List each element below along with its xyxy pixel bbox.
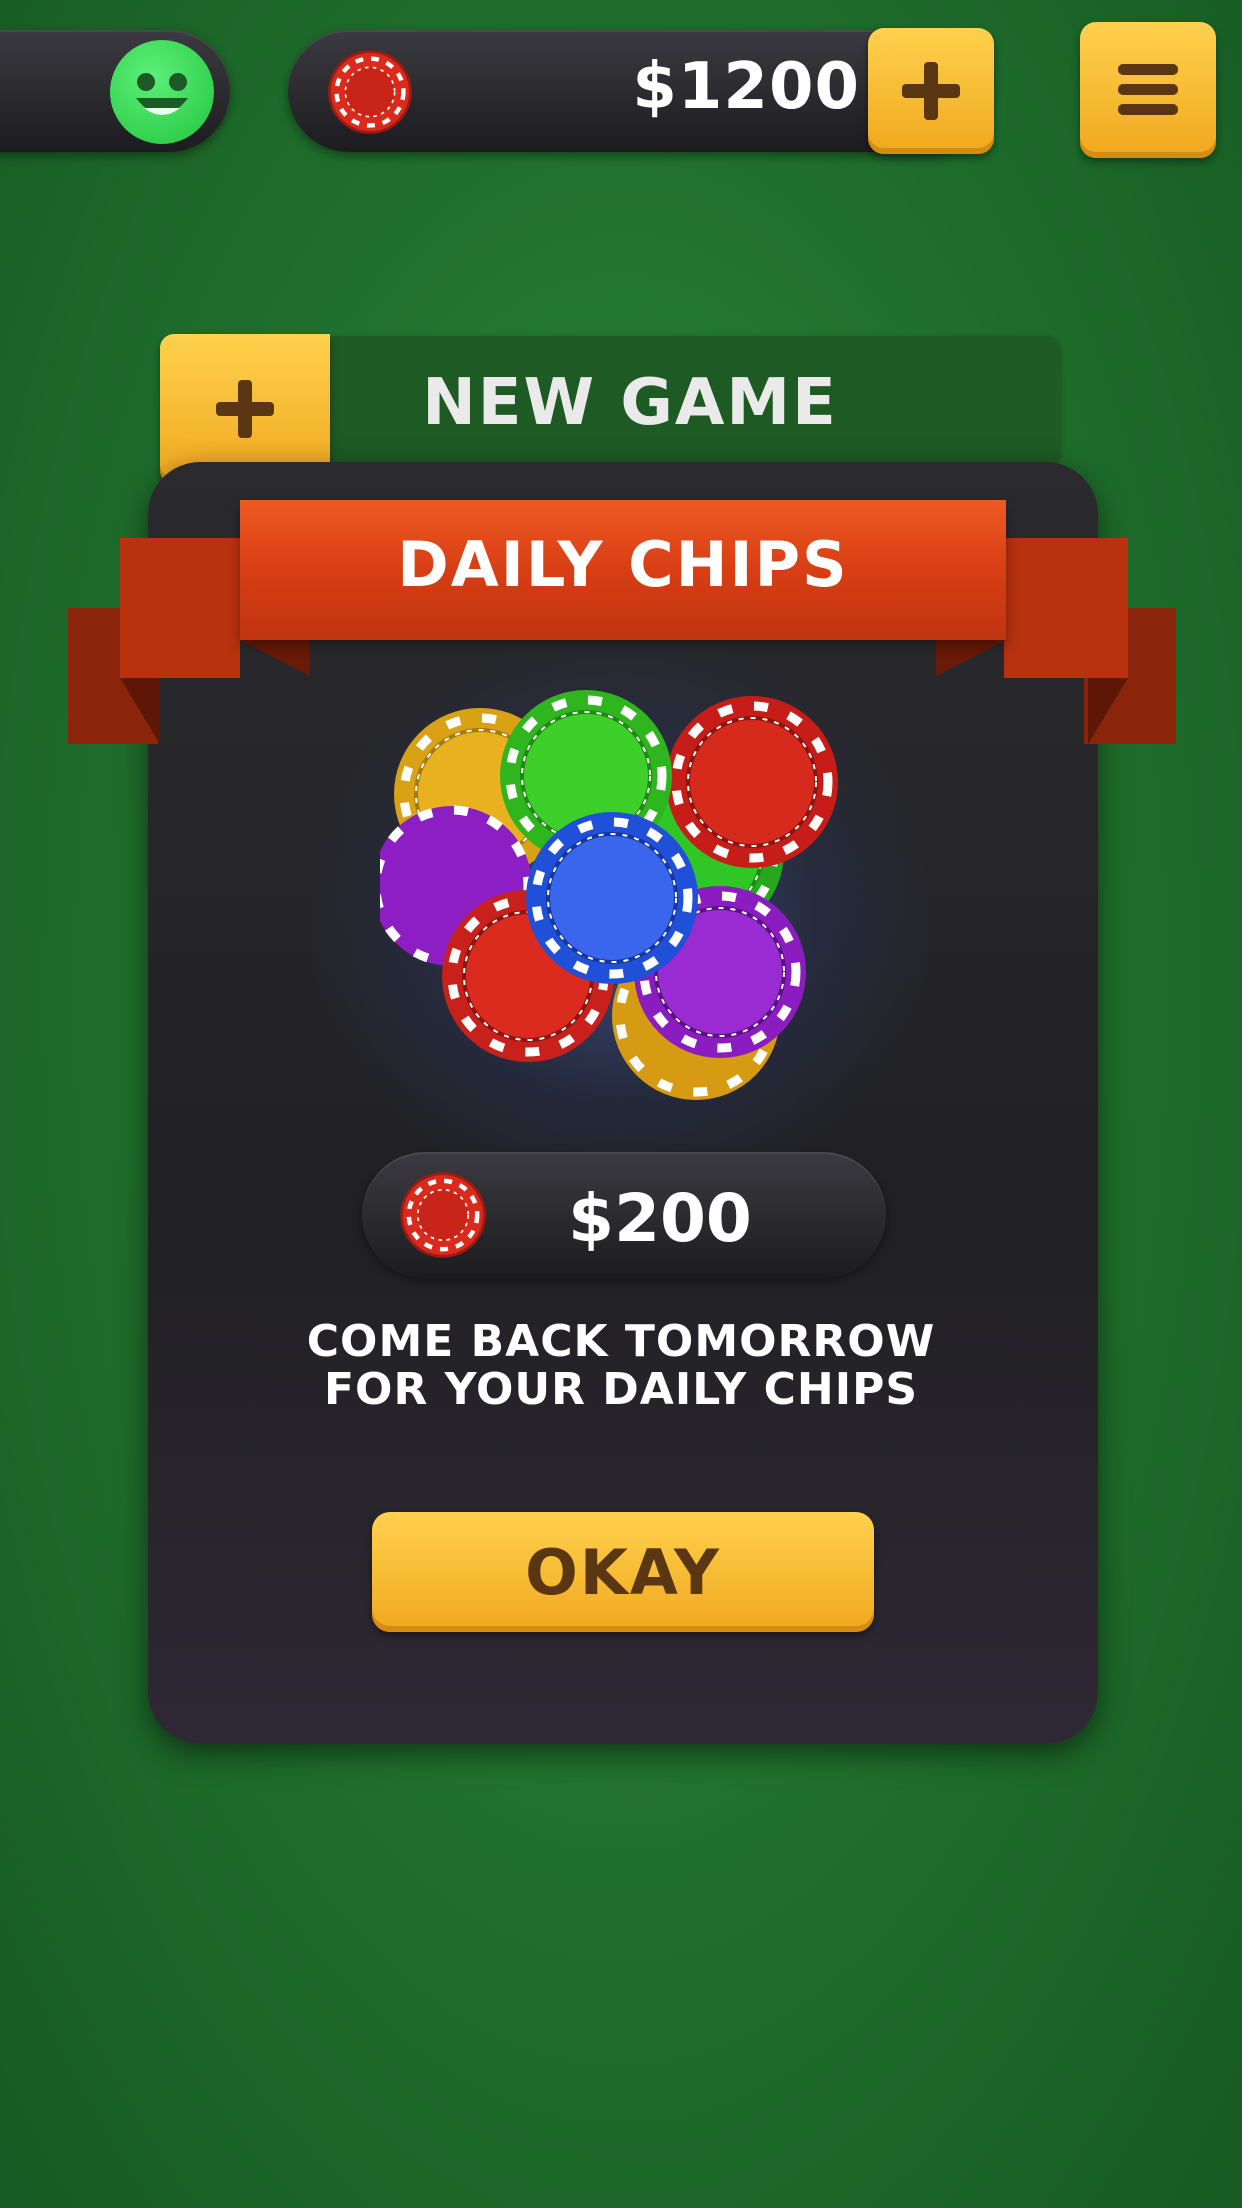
okay-button[interactable]: OKAY — [372, 1512, 874, 1632]
plus-icon — [216, 380, 274, 438]
ribbon-fold-right — [1004, 538, 1128, 678]
poker-chip-icon — [398, 1170, 488, 1260]
menu-button[interactable] — [1080, 22, 1216, 158]
ribbon-fold-shadow-right — [936, 640, 1006, 676]
prize-amount: $200 — [568, 1180, 752, 1257]
avatar[interactable] — [110, 40, 214, 144]
message-line-1: COME BACK TOMORROW — [306, 1316, 936, 1367]
ribbon-fold-shadow-left — [240, 640, 310, 676]
hamburger-menu-icon — [1118, 64, 1178, 115]
poker-chip-pile-image — [380, 690, 838, 1100]
poker-chip-icon — [326, 48, 414, 136]
ribbon-shadow-left — [120, 678, 160, 744]
message-line-2: FOR YOUR DAILY CHIPS — [323, 1364, 919, 1415]
dialog-title: DAILY CHIPS — [397, 528, 849, 601]
dialog-message: COME BACK TOMORROW FOR YOUR DAILY CHIPS — [230, 1318, 1012, 1414]
plus-icon — [902, 62, 960, 120]
balance-amount: $1200 — [632, 50, 860, 124]
ribbon-shadow-right — [1088, 678, 1128, 744]
new-game-label: NEW GAME — [422, 366, 838, 440]
add-chips-button[interactable] — [868, 28, 994, 154]
smiley-face-icon — [136, 73, 188, 115]
ribbon-fold-left — [120, 538, 240, 678]
